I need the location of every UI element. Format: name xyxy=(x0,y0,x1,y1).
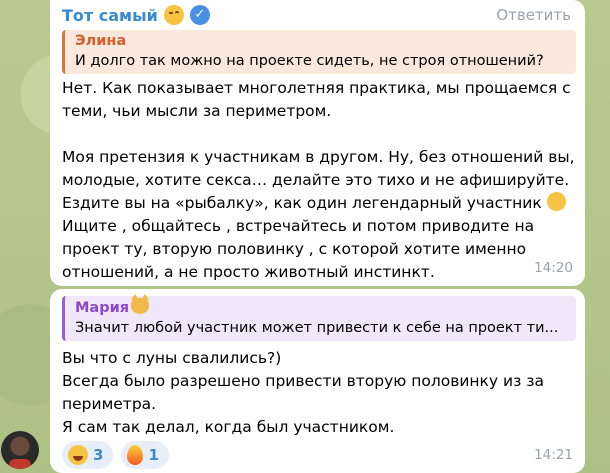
avatar[interactable] xyxy=(1,431,39,469)
cat-emoji-icon xyxy=(131,294,150,314)
message-time: 14:20 xyxy=(534,260,573,276)
quote-author: Элина xyxy=(75,33,127,49)
verified-badge-icon: ✓ xyxy=(189,5,210,25)
reaction-count: 1 xyxy=(148,445,159,464)
quote-author-row: Мария xyxy=(75,294,566,318)
laughing-emoji-icon xyxy=(68,445,88,465)
message-text-part: Ищите , общайтесь , встречайтесь и потом… xyxy=(62,217,535,281)
message-text-part: Нет. Как показывает многолетняя практика… xyxy=(62,79,575,212)
fire-emoji-icon xyxy=(127,445,144,465)
message-time: 14:21 xyxy=(534,447,573,463)
quote-author: Мария xyxy=(75,300,130,316)
reaction-count: 3 xyxy=(93,445,104,464)
reply-quote[interactable]: Элина И долго так можно на проекте сидет… xyxy=(62,30,576,74)
sender-row: Тот самый ✓ xyxy=(62,2,210,28)
message-bubble[interactable]: Мария Значит любой участник может привес… xyxy=(50,289,585,473)
reactions-bar: 3 1 xyxy=(62,441,169,469)
message-text: Вы что с луны свалились?) Всегда было ра… xyxy=(62,349,545,436)
reply-button[interactable]: Ответить xyxy=(496,4,571,27)
sender-name[interactable]: Тот самый xyxy=(62,4,158,27)
message-text: Нет. Как показывает многолетняя практика… xyxy=(62,77,582,284)
wink-emoji-icon xyxy=(546,192,566,211)
wink-emoji-icon xyxy=(163,5,184,25)
reaction-laugh[interactable]: 3 xyxy=(62,441,114,469)
quote-text: И долго так можно на проекте сидеть, не … xyxy=(75,53,544,69)
reaction-fire[interactable]: 1 xyxy=(121,441,169,469)
reply-quote[interactable]: Мария Значит любой участник может привес… xyxy=(62,294,576,341)
quote-text: Значит любой участник может привести к с… xyxy=(75,320,559,336)
message-bubble[interactable]: Тот самый ✓ Ответить Элина И долго так м… xyxy=(50,0,585,286)
